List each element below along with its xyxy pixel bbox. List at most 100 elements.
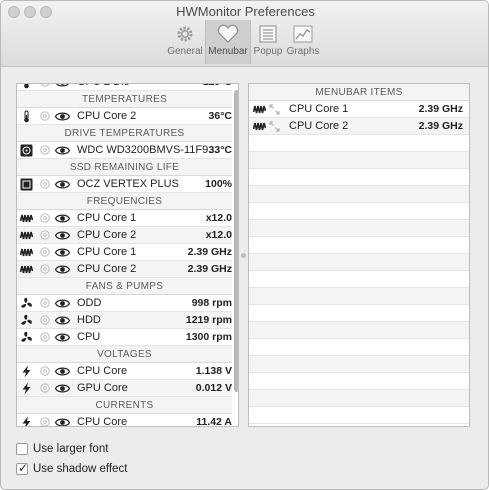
larger-font-label: Use larger font [33,443,109,455]
eye-icon[interactable] [54,366,71,377]
menubar-item-row[interactable]: CPU Core 2 2.39 GHz [249,118,469,135]
sensor-value: 1219 rpm [185,314,232,326]
sensor-row[interactable]: CPU Core 2 36°C [17,108,232,125]
eye-icon[interactable] [54,145,71,156]
sensor-list-scrollbar[interactable] [234,90,238,392]
fan-icon [20,331,33,344]
sensor-row[interactable]: CPU Core 11.42 A [17,414,232,427]
eye-icon[interactable] [54,332,71,343]
eye-icon[interactable] [54,383,71,394]
tab-graphs-label: Graphs [286,46,320,57]
eye-icon[interactable] [54,315,71,326]
sensor-settings-icon[interactable] [39,365,51,377]
sensor-settings-icon[interactable] [39,297,51,309]
sensor-label: CPU Core 1 [77,212,137,224]
split-view-handle[interactable] [241,253,246,258]
lightning-icon [20,382,33,395]
title-bar: HWMonitor Preferences General Menubar Po [1,1,488,67]
larger-font-checkbox[interactable] [16,443,28,455]
sensor-row[interactable]: CPU Core 1 x12.0 [17,210,232,227]
sensor-label: CPU Core [77,416,128,427]
sensor-settings-icon[interactable] [39,263,51,275]
frequency-icon [19,263,34,276]
sensor-label: GPU 2 Die [77,84,130,91]
tab-graphs[interactable]: Graphs [285,20,321,64]
thermometer-icon [20,84,33,89]
larger-font-option[interactable]: Use larger font [16,441,108,457]
frequency-icon [252,103,267,116]
section-header: FREQUENCIES [17,193,232,210]
empty-row [249,288,469,305]
menubar-item-row[interactable]: CPU Core 1 2.39 GHz [249,101,469,118]
eye-icon[interactable] [54,264,71,275]
sensor-row[interactable]: CPU 1300 rpm [17,329,232,346]
sensor-settings-icon[interactable] [39,212,51,224]
shadow-effect-label: Use shadow effect [33,463,128,475]
sensor-row[interactable]: HDD 1219 rpm [17,312,232,329]
sensor-value: 36°C [208,110,232,122]
sensor-row[interactable]: GPU 2 Die 129°C [17,84,232,91]
tab-popup[interactable]: Popup [251,20,285,64]
sensor-settings-icon[interactable] [39,314,51,326]
sensor-settings-icon[interactable] [39,382,51,394]
sensor-value: 129°C [203,84,232,91]
sensor-settings-icon[interactable] [39,144,51,156]
sensor-settings-icon[interactable] [39,84,51,88]
sensor-value: 0.012 V [195,382,232,394]
eye-icon[interactable] [54,298,71,309]
sensor-row[interactable]: CPU Core 1.138 V [17,363,232,380]
window-title: HWMonitor Preferences [176,4,315,19]
tab-popup-label: Popup [253,46,283,57]
sensor-value: x12.0 [205,212,232,224]
sensor-row[interactable]: CPU Core 2 x12.0 [17,227,232,244]
empty-row [249,152,469,169]
empty-row [249,373,469,390]
eye-icon[interactable] [54,247,71,258]
sensor-label: OCZ VERTEX PLUS [77,178,179,190]
sensor-list[interactable]: GPU 2 Die 129°CTEMPERATURES CPU Core 2 36°C… [16,83,239,427]
drag-handle-icon[interactable] [269,104,280,115]
menubar-items-list[interactable]: MENUBAR ITEMS CPU Core 1 2.39 GHz CPU Core… [248,83,470,427]
sensor-settings-icon[interactable] [39,416,51,426]
section-header: CURRENTS [17,397,232,414]
eye-icon[interactable] [54,179,71,190]
frequency-icon [19,229,34,242]
empty-row [249,237,469,254]
eye-icon[interactable] [54,417,71,426]
eye-icon[interactable] [54,230,71,241]
tab-general[interactable]: General [165,20,205,64]
sensor-row[interactable]: OCZ VERTEX PLUS 100% [17,176,232,193]
empty-row [249,169,469,186]
shadow-effect-checkbox[interactable]: ✓ [16,461,28,475]
section-header: DRIVE TEMPERATURES [17,125,232,142]
sensor-settings-icon[interactable] [39,110,51,122]
sensor-row[interactable]: GPU Core 0.012 V [17,380,232,397]
menubar-item-label: CPU Core 2 [289,120,349,132]
sensor-label: CPU Core 2 [77,229,137,241]
empty-row [249,390,469,407]
sensor-settings-icon[interactable] [39,331,51,343]
sensor-row[interactable]: CPU Core 2 2.39 GHz [17,261,232,278]
sensor-list-content: GPU 2 Die 129°CTEMPERATURES CPU Core 2 36°C… [17,84,232,427]
sensor-row[interactable]: ODD 998 rpm [17,295,232,312]
frequency-icon [19,212,34,225]
eye-icon[interactable] [54,111,71,122]
sensor-row[interactable]: WDC WD3200BMVS-11F9... 33°C [17,142,232,159]
sensor-settings-icon[interactable] [39,246,51,258]
sensor-settings-icon[interactable] [39,178,51,190]
gear-icon [177,26,193,42]
drag-handle-icon[interactable] [269,121,280,132]
sensor-value: 33°C [208,144,232,156]
eye-icon[interactable] [55,84,70,88]
empty-row [249,186,469,203]
section-header: TEMPERATURES [17,91,232,108]
sensor-value: 100% [205,178,232,190]
shadow-effect-option[interactable]: ✓ Use shadow effect [16,461,127,477]
sensor-value: 998 rpm [191,297,232,309]
tab-menubar[interactable]: Menubar [205,20,251,64]
sensor-row[interactable]: CPU Core 1 2.39 GHz [17,244,232,261]
sensor-label: CPU Core 1 [77,246,137,258]
sensor-settings-icon[interactable] [39,229,51,241]
eye-icon[interactable] [54,213,71,224]
preferences-window: HWMonitor Preferences General Menubar Po [0,0,489,490]
